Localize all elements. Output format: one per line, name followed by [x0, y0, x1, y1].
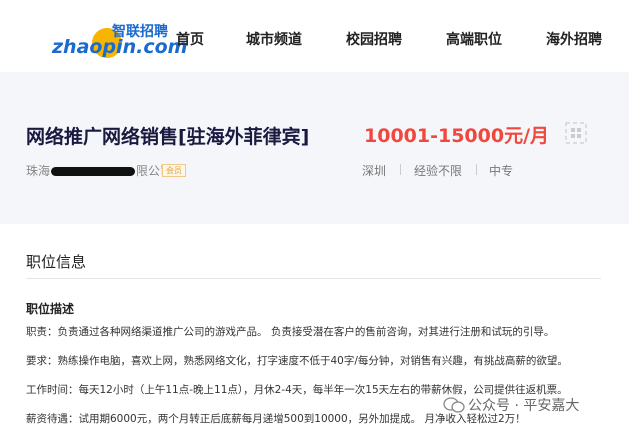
job-header: 网络推广网络销售[驻海外菲律宾] 10001-15000元/月 珠海 限公司 会员… — [0, 72, 629, 224]
section-divider — [26, 278, 601, 279]
nav-item-home[interactable]: 首页 — [176, 29, 204, 49]
redacted-text — [51, 167, 136, 176]
job-city: 深圳 — [362, 164, 387, 178]
company-name-prefix: 珠海 — [26, 164, 51, 178]
top-nav-bar: 智联招聘 zhaopin.com 首页 城市频道 校园招聘 高端职位 海外招聘 — [0, 0, 629, 72]
nav-item-high-end[interactable]: 高端职位 — [446, 29, 502, 49]
qr-code-icon[interactable] — [565, 122, 587, 144]
meta-divider — [476, 164, 477, 175]
section-title-job-info: 职位信息 — [26, 253, 87, 271]
nav-item-overseas[interactable]: 海外招聘 — [546, 29, 602, 49]
desc-line-duties: 职责：负责通过各种网络渠道推广公司的游戏产品。 负责接受潜在客户的售前咨询，对其… — [26, 326, 555, 338]
job-experience: 经验不限 — [414, 164, 463, 178]
member-badge: 会员 — [162, 164, 186, 177]
wechat-icon — [443, 397, 465, 413]
job-description-heading: 职位描述 — [26, 302, 75, 316]
salary: 10001-15000元/月 — [364, 125, 550, 147]
desc-line-salary: 薪资待遇：试用期6000元，两个月转正后底薪每月递增500到10000，另外加提… — [26, 413, 526, 425]
job-education: 中专 — [489, 164, 514, 178]
meta-divider — [400, 164, 401, 175]
company-name[interactable]: 珠海 限公司 — [26, 162, 172, 179]
desc-line-requirements: 要求：熟练操作电脑，喜欢上网，熟悉网络文化，打字速度不低于40字/每分钟，对销售… — [26, 355, 568, 367]
nav-item-campus[interactable]: 校园招聘 — [346, 29, 402, 49]
watermark-text: 公众号 · 平安嘉大 — [468, 398, 580, 414]
main-nav: 首页 城市频道 校园招聘 高端职位 海外招聘 — [0, 29, 629, 51]
job-title: 网络推广网络销售[驻海外菲律宾] — [26, 126, 310, 148]
nav-item-city-channel[interactable]: 城市频道 — [246, 29, 302, 49]
